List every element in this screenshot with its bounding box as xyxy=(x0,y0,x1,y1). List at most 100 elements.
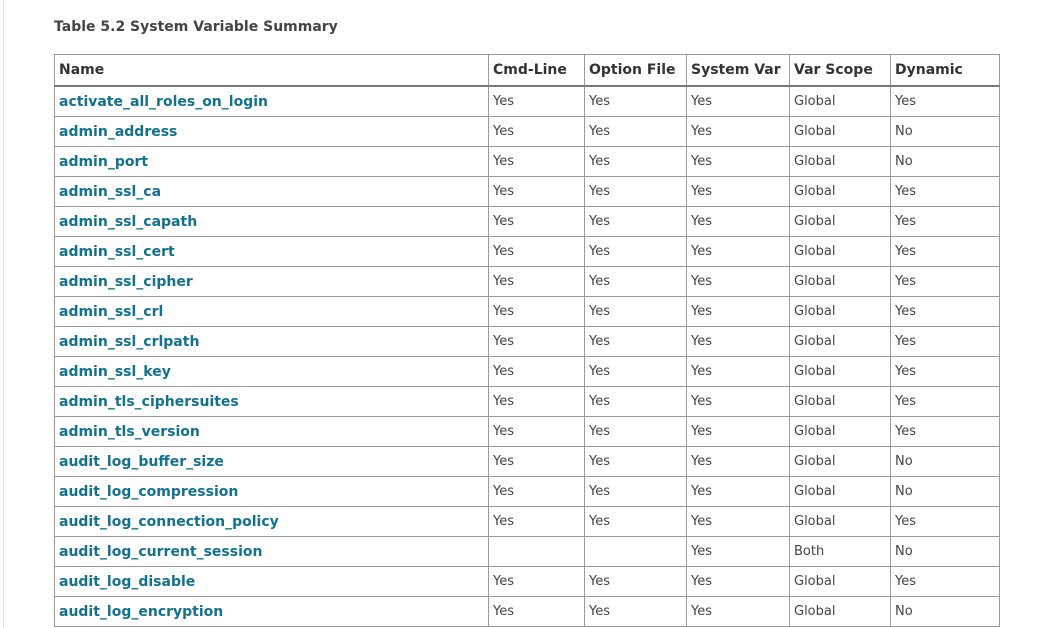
cell-option-file: Yes xyxy=(584,85,687,117)
cell-system-var: Yes xyxy=(686,176,790,207)
header-dynamic: Dynamic xyxy=(890,54,1000,87)
cell-option-file: Yes xyxy=(584,416,687,447)
variable-link[interactable]: audit_log_current_session xyxy=(59,544,262,560)
cell-option-file: Yes xyxy=(584,566,687,597)
cell-name: admin_ssl_ca xyxy=(54,176,489,207)
cell-name: audit_log_buffer_size xyxy=(54,446,489,477)
variable-link[interactable]: admin_ssl_cert xyxy=(59,244,175,260)
cell-cmd-line: Yes xyxy=(488,85,585,117)
cell-name: admin_ssl_crl xyxy=(54,296,489,327)
variable-link[interactable]: admin_ssl_crlpath xyxy=(59,334,199,350)
cell-var-scope: Global xyxy=(789,596,891,627)
table-row: admin_ssl_ca Yes Yes Yes Global Yes xyxy=(54,176,1000,207)
cell-name: admin_tls_version xyxy=(54,416,489,447)
header-cmd-line: Cmd-Line xyxy=(488,54,585,87)
cell-name: activate_all_roles_on_login xyxy=(54,85,489,117)
table-row: admin_tls_version Yes Yes Yes Global Yes xyxy=(54,416,1000,447)
cell-cmd-line: Yes xyxy=(488,386,585,417)
cell-cmd-line: Yes xyxy=(488,506,585,537)
variable-link[interactable]: audit_log_compression xyxy=(59,484,238,500)
cell-option-file: Yes xyxy=(584,476,687,507)
cell-dynamic: No xyxy=(890,146,1000,177)
cell-dynamic: No xyxy=(890,476,1000,507)
variable-link[interactable]: admin_ssl_cipher xyxy=(59,274,193,290)
cell-option-file: Yes xyxy=(584,446,687,477)
cell-cmd-line: Yes xyxy=(488,116,585,147)
cell-system-var: Yes xyxy=(686,566,790,597)
table-row: activate_all_roles_on_login Yes Yes Yes Glob… xyxy=(54,85,1000,117)
cell-var-scope: Global xyxy=(789,146,891,177)
variable-link[interactable]: audit_log_disable xyxy=(59,574,195,590)
cell-name: admin_port xyxy=(54,146,489,177)
table-header-row: Name Cmd-Line Option File System Var Var… xyxy=(54,54,1000,87)
cell-option-file: Yes xyxy=(584,386,687,417)
cell-system-var: Yes xyxy=(686,506,790,537)
cell-dynamic: Yes xyxy=(890,206,1000,237)
cell-name: audit_log_encryption xyxy=(54,596,489,627)
cell-system-var: Yes xyxy=(686,236,790,267)
cell-name: admin_ssl_cert xyxy=(54,236,489,267)
cell-var-scope: Global xyxy=(789,386,891,417)
cell-option-file: Yes xyxy=(584,506,687,537)
cell-var-scope: Global xyxy=(789,176,891,207)
cell-cmd-line: Yes xyxy=(488,266,585,297)
variable-link[interactable]: admin_tls_ciphersuites xyxy=(59,394,239,410)
cell-system-var: Yes xyxy=(686,446,790,477)
cell-option-file: Yes xyxy=(584,326,687,357)
table-row: admin_ssl_crlpath Yes Yes Yes Global Yes xyxy=(54,326,1000,357)
table-row: admin_ssl_capath Yes Yes Yes Global Yes xyxy=(54,206,1000,237)
table-row: admin_address Yes Yes Yes Global No xyxy=(54,116,1000,147)
cell-var-scope: Global xyxy=(789,566,891,597)
variable-link[interactable]: admin_address xyxy=(59,124,177,140)
cell-var-scope: Global xyxy=(789,206,891,237)
cell-system-var: Yes xyxy=(686,85,790,117)
cell-cmd-line: Yes xyxy=(488,146,585,177)
cell-name: admin_ssl_crlpath xyxy=(54,326,489,357)
variable-link[interactable]: audit_log_connection_policy xyxy=(59,514,279,530)
variable-link[interactable]: admin_ssl_capath xyxy=(59,214,197,230)
table-row: audit_log_buffer_size Yes Yes Yes Global No xyxy=(54,446,1000,477)
table-caption: Table 5.2 System Variable Summary xyxy=(54,19,338,35)
cell-system-var: Yes xyxy=(686,416,790,447)
variable-link[interactable]: admin_ssl_key xyxy=(59,364,171,380)
cell-system-var: Yes xyxy=(686,296,790,327)
table-row: admin_ssl_cert Yes Yes Yes Global Yes xyxy=(54,236,1000,267)
variable-link[interactable]: admin_port xyxy=(59,154,148,170)
cell-name: admin_tls_ciphersuites xyxy=(54,386,489,417)
cell-cmd-line: Yes xyxy=(488,206,585,237)
cell-dynamic: No xyxy=(890,116,1000,147)
cell-system-var: Yes xyxy=(686,596,790,627)
variable-link[interactable]: audit_log_encryption xyxy=(59,604,223,620)
cell-var-scope: Global xyxy=(789,266,891,297)
table-body: activate_all_roles_on_login Yes Yes Yes Glob… xyxy=(54,85,1000,627)
cell-var-scope: Global xyxy=(789,326,891,357)
cell-option-file: Yes xyxy=(584,176,687,207)
cell-var-scope: Both xyxy=(789,536,891,567)
variable-link[interactable]: activate_all_roles_on_login xyxy=(59,94,268,110)
cell-cmd-line xyxy=(488,536,585,567)
cell-system-var: Yes xyxy=(686,206,790,237)
header-var-scope: Var Scope xyxy=(789,54,891,87)
header-name: Name xyxy=(54,54,489,87)
table-row: audit_log_encryption Yes Yes Yes Global No xyxy=(54,596,1000,627)
cell-system-var: Yes xyxy=(686,536,790,567)
cell-name: audit_log_current_session xyxy=(54,536,489,567)
variable-link[interactable]: admin_tls_version xyxy=(59,424,200,440)
cell-dynamic: Yes xyxy=(890,266,1000,297)
cell-cmd-line: Yes xyxy=(488,236,585,267)
cell-dynamic: Yes xyxy=(890,85,1000,117)
variable-link[interactable]: audit_log_buffer_size xyxy=(59,454,224,470)
cell-dynamic: Yes xyxy=(890,326,1000,357)
variable-link[interactable]: admin_ssl_ca xyxy=(59,184,161,200)
table-row: admin_port Yes Yes Yes Global No xyxy=(54,146,1000,177)
cell-var-scope: Global xyxy=(789,506,891,537)
table-row: admin_tls_ciphersuites Yes Yes Yes Global Yes xyxy=(54,386,1000,417)
cell-dynamic: No xyxy=(890,536,1000,567)
system-variable-summary-table: Name Cmd-Line Option File System Var Var… xyxy=(54,54,1000,627)
content-border xyxy=(3,0,4,628)
cell-name: admin_ssl_capath xyxy=(54,206,489,237)
cell-dynamic: Yes xyxy=(890,506,1000,537)
cell-cmd-line: Yes xyxy=(488,176,585,207)
variable-link[interactable]: admin_ssl_crl xyxy=(59,304,163,320)
cell-cmd-line: Yes xyxy=(488,296,585,327)
